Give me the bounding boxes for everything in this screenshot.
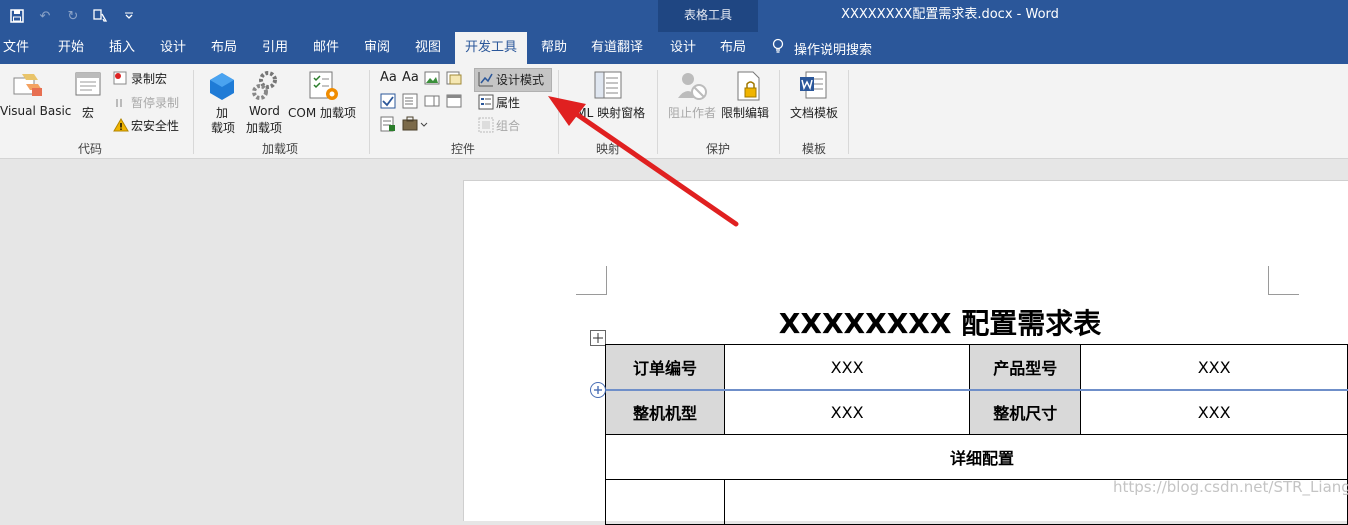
date-picker-control-icon[interactable]: [446, 93, 462, 113]
table-cell[interactable]: [604, 479, 726, 525]
building-block-control-icon[interactable]: [446, 70, 462, 89]
tab-insert[interactable]: 插入: [99, 32, 145, 64]
table-cell[interactable]: 产品型号: [969, 344, 1082, 390]
group-label-mapping: 映射: [595, 142, 620, 156]
record-macro-button[interactable]: 录制宏: [131, 70, 167, 87]
tell-me-search[interactable]: 操作说明搜索: [772, 32, 872, 64]
table-cell[interactable]: XXX: [724, 389, 971, 435]
properties-icon: [478, 94, 494, 114]
lightbulb-icon: [772, 38, 784, 58]
group-button[interactable]: 组合: [496, 117, 520, 134]
table-cell[interactable]: 订单编号: [604, 344, 726, 390]
group-separator: [558, 70, 559, 154]
quick-access-toolbar: ↶ ↻: [0, 0, 140, 32]
warning-icon: [113, 117, 129, 136]
margin-corner-mark: [1268, 266, 1299, 295]
pause-recording-button[interactable]: 暂停录制: [131, 94, 179, 111]
tab-view[interactable]: 视图: [405, 32, 451, 64]
group-separator: [779, 70, 780, 154]
config-table: 订单编号 XXX 产品型号 XXX 整机机型 XXX 整机尺寸 XXX 详细配置: [604, 344, 1348, 525]
tab-review[interactable]: 审阅: [354, 32, 400, 64]
xml-mapping-pane-icon: [593, 70, 623, 104]
tab-help[interactable]: 帮助: [531, 32, 577, 64]
record-macro-icon: [113, 70, 129, 89]
macros-button[interactable]: 宏: [82, 104, 94, 121]
tab-home[interactable]: 开始: [48, 32, 94, 64]
word-addins-label-line1[interactable]: Word: [249, 104, 280, 118]
tab-youdao-translate[interactable]: 有道翻译: [583, 32, 651, 64]
design-mode-label: 设计模式: [496, 73, 545, 87]
section-header-cell[interactable]: 详细配置: [605, 434, 1348, 480]
rich-text-control-icon[interactable]: Aa: [380, 70, 397, 85]
checkbox-control-icon[interactable]: [380, 93, 396, 113]
group-label-controls: 控件: [450, 142, 475, 156]
addins-label-line2[interactable]: 载项: [211, 119, 235, 136]
group-separator: [193, 70, 194, 154]
legacy-tools-icon[interactable]: [402, 116, 428, 136]
tab-references[interactable]: 引用: [252, 32, 298, 64]
table-cell[interactable]: XXX: [1080, 389, 1348, 435]
tab-developer[interactable]: 开发工具: [455, 32, 527, 64]
repeating-section-control-icon[interactable]: [380, 116, 396, 136]
watermark-url: https://blog.csdn.net/STR_Liang: [1113, 478, 1348, 496]
table-row: 详细配置: [605, 434, 1348, 480]
tab-layout[interactable]: 布局: [201, 32, 247, 64]
com-addins-icon: [308, 70, 340, 106]
word-addins-gear-icon: [250, 70, 280, 106]
plain-text-control-icon[interactable]: Aa: [402, 70, 419, 85]
touch-mode-icon[interactable]: [90, 5, 112, 27]
table-cell[interactable]: XXX: [724, 344, 971, 390]
group-label-addins: 加载项: [261, 142, 298, 156]
tab-mailings[interactable]: 邮件: [303, 32, 349, 64]
tab-table-layout[interactable]: 布局: [710, 32, 756, 64]
document-template-button[interactable]: 文档模板: [790, 104, 838, 121]
store-addins-icon: [208, 71, 236, 105]
tab-file[interactable]: 文件: [0, 32, 32, 64]
com-addins-button[interactable]: COM 加载项: [288, 104, 356, 121]
tell-me-label: 操作说明搜索: [794, 42, 873, 58]
macro-security-button[interactable]: 宏安全性: [131, 117, 179, 134]
combo-box-control-icon[interactable]: [402, 93, 418, 113]
document-heading: XXXXXXXX 配置需求表: [778, 307, 1102, 340]
table-row: 订单编号 XXX 产品型号 XXX: [604, 344, 1348, 390]
group-label-protect: 保护: [705, 142, 730, 156]
group-label-templates: 模板: [801, 142, 826, 156]
group-separator: [657, 70, 658, 154]
margin-corner-mark: [576, 266, 607, 295]
design-mode-icon: [478, 71, 494, 91]
restrict-editing-button[interactable]: 限制编辑: [721, 104, 769, 121]
table-move-handle-icon[interactable]: [590, 330, 606, 346]
properties-button[interactable]: 属性: [496, 94, 520, 111]
tab-design[interactable]: 设计: [150, 32, 196, 64]
block-authors-button[interactable]: 阻止作者: [668, 104, 716, 121]
visual-basic-icon: [12, 70, 46, 104]
table-row: 整机机型 XXX 整机尺寸 XXX: [604, 389, 1348, 435]
document-title: XXXXXXXX配置需求表.docx - Word: [841, 7, 1059, 22]
picture-control-icon[interactable]: [424, 70, 440, 89]
group-separator: [369, 70, 370, 154]
table-cell[interactable]: XXX: [1080, 344, 1348, 390]
table-cell[interactable]: 整机机型: [604, 389, 726, 435]
undo-icon[interactable]: ↶: [34, 5, 56, 27]
pause-recording-icon: [113, 94, 129, 113]
word-addins-label-line2[interactable]: 加载项: [246, 119, 282, 136]
group-label-code: 代码: [77, 142, 102, 156]
dropdown-list-control-icon[interactable]: [424, 93, 440, 113]
xml-mapping-pane-button[interactable]: XML 映射窗格: [568, 104, 645, 121]
visual-basic-button[interactable]: Visual Basic: [0, 104, 71, 118]
restrict-editing-icon: [735, 70, 763, 106]
table-cell[interactable]: 整机尺寸: [969, 389, 1082, 435]
block-authors-icon: [676, 70, 708, 106]
macros-icon: [74, 70, 104, 104]
context-group-label: 表格工具: [683, 8, 732, 22]
group-separator: [848, 70, 849, 154]
tab-table-design[interactable]: 设计: [660, 32, 706, 64]
insert-row-icon[interactable]: [590, 382, 606, 398]
customize-qat-icon[interactable]: [118, 5, 140, 27]
save-icon[interactable]: [6, 5, 28, 27]
redo-icon[interactable]: ↻: [62, 5, 84, 27]
row-insert-indicator: [606, 389, 1348, 391]
group-icon: [478, 117, 494, 137]
document-template-icon: [798, 70, 828, 106]
